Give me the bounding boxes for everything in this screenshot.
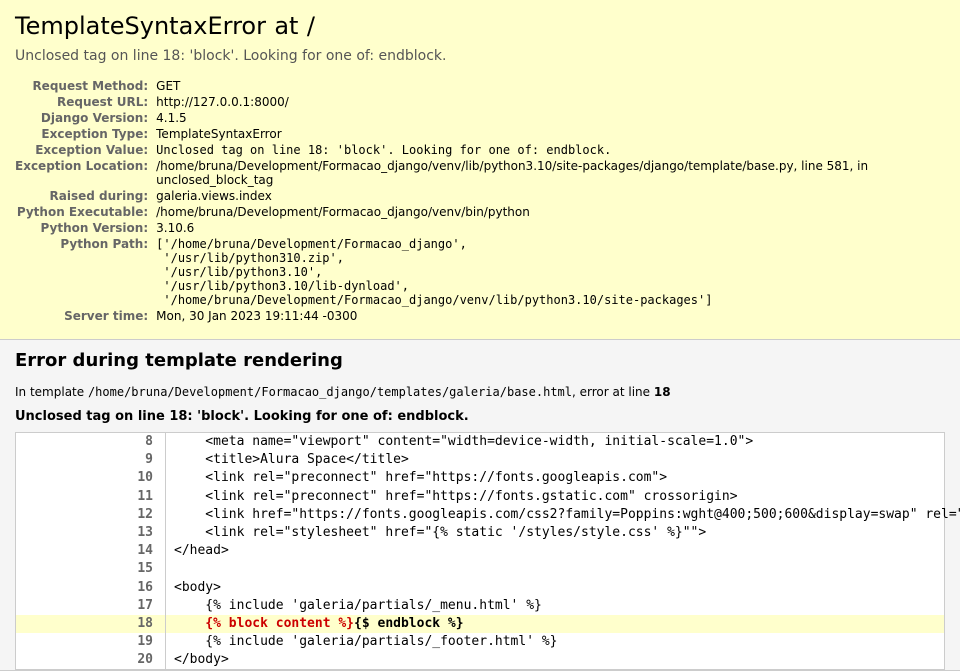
line-number: 17	[16, 597, 166, 615]
template-path: /home/bruna/Development/Formacao_django/…	[88, 385, 572, 399]
line-code	[166, 560, 174, 578]
line-number: 12	[16, 506, 166, 524]
line-code: <meta name="viewport" content="width=dev…	[166, 433, 753, 451]
line-number: 16	[16, 579, 166, 597]
template-error-heading: Error during template rendering	[15, 350, 945, 371]
line-number: 18	[16, 615, 166, 633]
row-raised-during: Raised during:galeria.views.index	[15, 188, 945, 204]
source-line: 10 <link rel="preconnect" href="https://…	[16, 469, 944, 487]
row-python-executable: Python Executable:/home/bruna/Developmen…	[15, 204, 945, 220]
line-code: </head>	[166, 542, 229, 560]
template-error-location: In template /home/bruna/Development/Form…	[15, 385, 945, 399]
row-python-path: Python Path:['/home/bruna/Development/Fo…	[15, 236, 945, 308]
error-token: {% block content %}	[174, 616, 354, 631]
row-exception-value: Exception Value:Unclosed tag on line 18:…	[15, 142, 945, 158]
line-number: 11	[16, 488, 166, 506]
row-request-url: Request URL:http://127.0.0.1:8000/	[15, 94, 945, 110]
source-line: 17 {% include 'galeria/partials/_menu.ht…	[16, 597, 944, 615]
row-server-time: Server time:Mon, 30 Jan 2023 19:11:44 -0…	[15, 308, 945, 324]
line-number: 8	[16, 433, 166, 451]
row-exception-type: Exception Type:TemplateSyntaxError	[15, 126, 945, 142]
exception-message: Unclosed tag on line 18: 'block'. Lookin…	[15, 48, 945, 64]
row-exception-location: Exception Location:/home/bruna/Developme…	[15, 158, 945, 188]
template-error-subheading: Unclosed tag on line 18: 'block'. Lookin…	[15, 409, 945, 424]
line-number: 13	[16, 524, 166, 542]
source-line: 20</body>	[16, 651, 944, 669]
line-code: <body>	[166, 579, 221, 597]
line-code: <link rel="preconnect" href="https://fon…	[166, 488, 738, 506]
line-code: </body>	[166, 651, 229, 669]
line-code: <title>Alura Space</title>	[166, 451, 409, 469]
source-line: 8 <meta name="viewport" content="width=d…	[16, 433, 944, 451]
line-number: 14	[16, 542, 166, 560]
meta-table: Request Method:GET Request URL:http://12…	[15, 78, 945, 324]
row-python-version: Python Version:3.10.6	[15, 220, 945, 236]
line-code: {% block content %}{$ endblock %}	[166, 615, 464, 633]
row-django-version: Django Version:4.1.5	[15, 110, 945, 126]
line-number: 9	[16, 451, 166, 469]
source-listing: 8 <meta name="viewport" content="width=d…	[15, 432, 945, 670]
line-code: {% include 'galeria/partials/_footer.htm…	[166, 633, 558, 651]
row-request-method: Request Method:GET	[15, 78, 945, 94]
request-path: /	[307, 12, 315, 40]
source-line: 14</head>	[16, 542, 944, 560]
source-line: 16<body>	[16, 579, 944, 597]
line-number: 20	[16, 651, 166, 669]
exception-type: TemplateSyntaxError	[15, 12, 266, 40]
error-summary: TemplateSyntaxError at / Unclosed tag on…	[0, 0, 960, 339]
template-error-section: Error during template rendering In templ…	[0, 339, 960, 671]
line-number: 10	[16, 469, 166, 487]
source-line: 9 <title>Alura Space</title>	[16, 451, 944, 469]
source-line: 13 <link rel="stylesheet" href="{% stati…	[16, 524, 944, 542]
line-code: <link href="https://fonts.googleapis.com…	[166, 506, 960, 524]
line-number: 15	[16, 560, 166, 578]
source-line: 11 <link rel="preconnect" href="https://…	[16, 488, 944, 506]
error-line-number: 18	[654, 385, 671, 399]
line-code: <link rel="preconnect" href="https://fon…	[166, 469, 667, 487]
line-code: {% include 'galeria/partials/_menu.html'…	[166, 597, 542, 615]
at-word: at	[274, 12, 298, 40]
source-line: 12 <link href="https://fonts.googleapis.…	[16, 506, 944, 524]
line-number: 19	[16, 633, 166, 651]
source-line: 18 {% block content %}{$ endblock %}	[16, 615, 944, 633]
source-line: 15	[16, 560, 944, 578]
line-code: <link rel="stylesheet" href="{% static '…	[166, 524, 706, 542]
error-title: TemplateSyntaxError at /	[15, 12, 945, 40]
source-line: 19 {% include 'galeria/partials/_footer.…	[16, 633, 944, 651]
